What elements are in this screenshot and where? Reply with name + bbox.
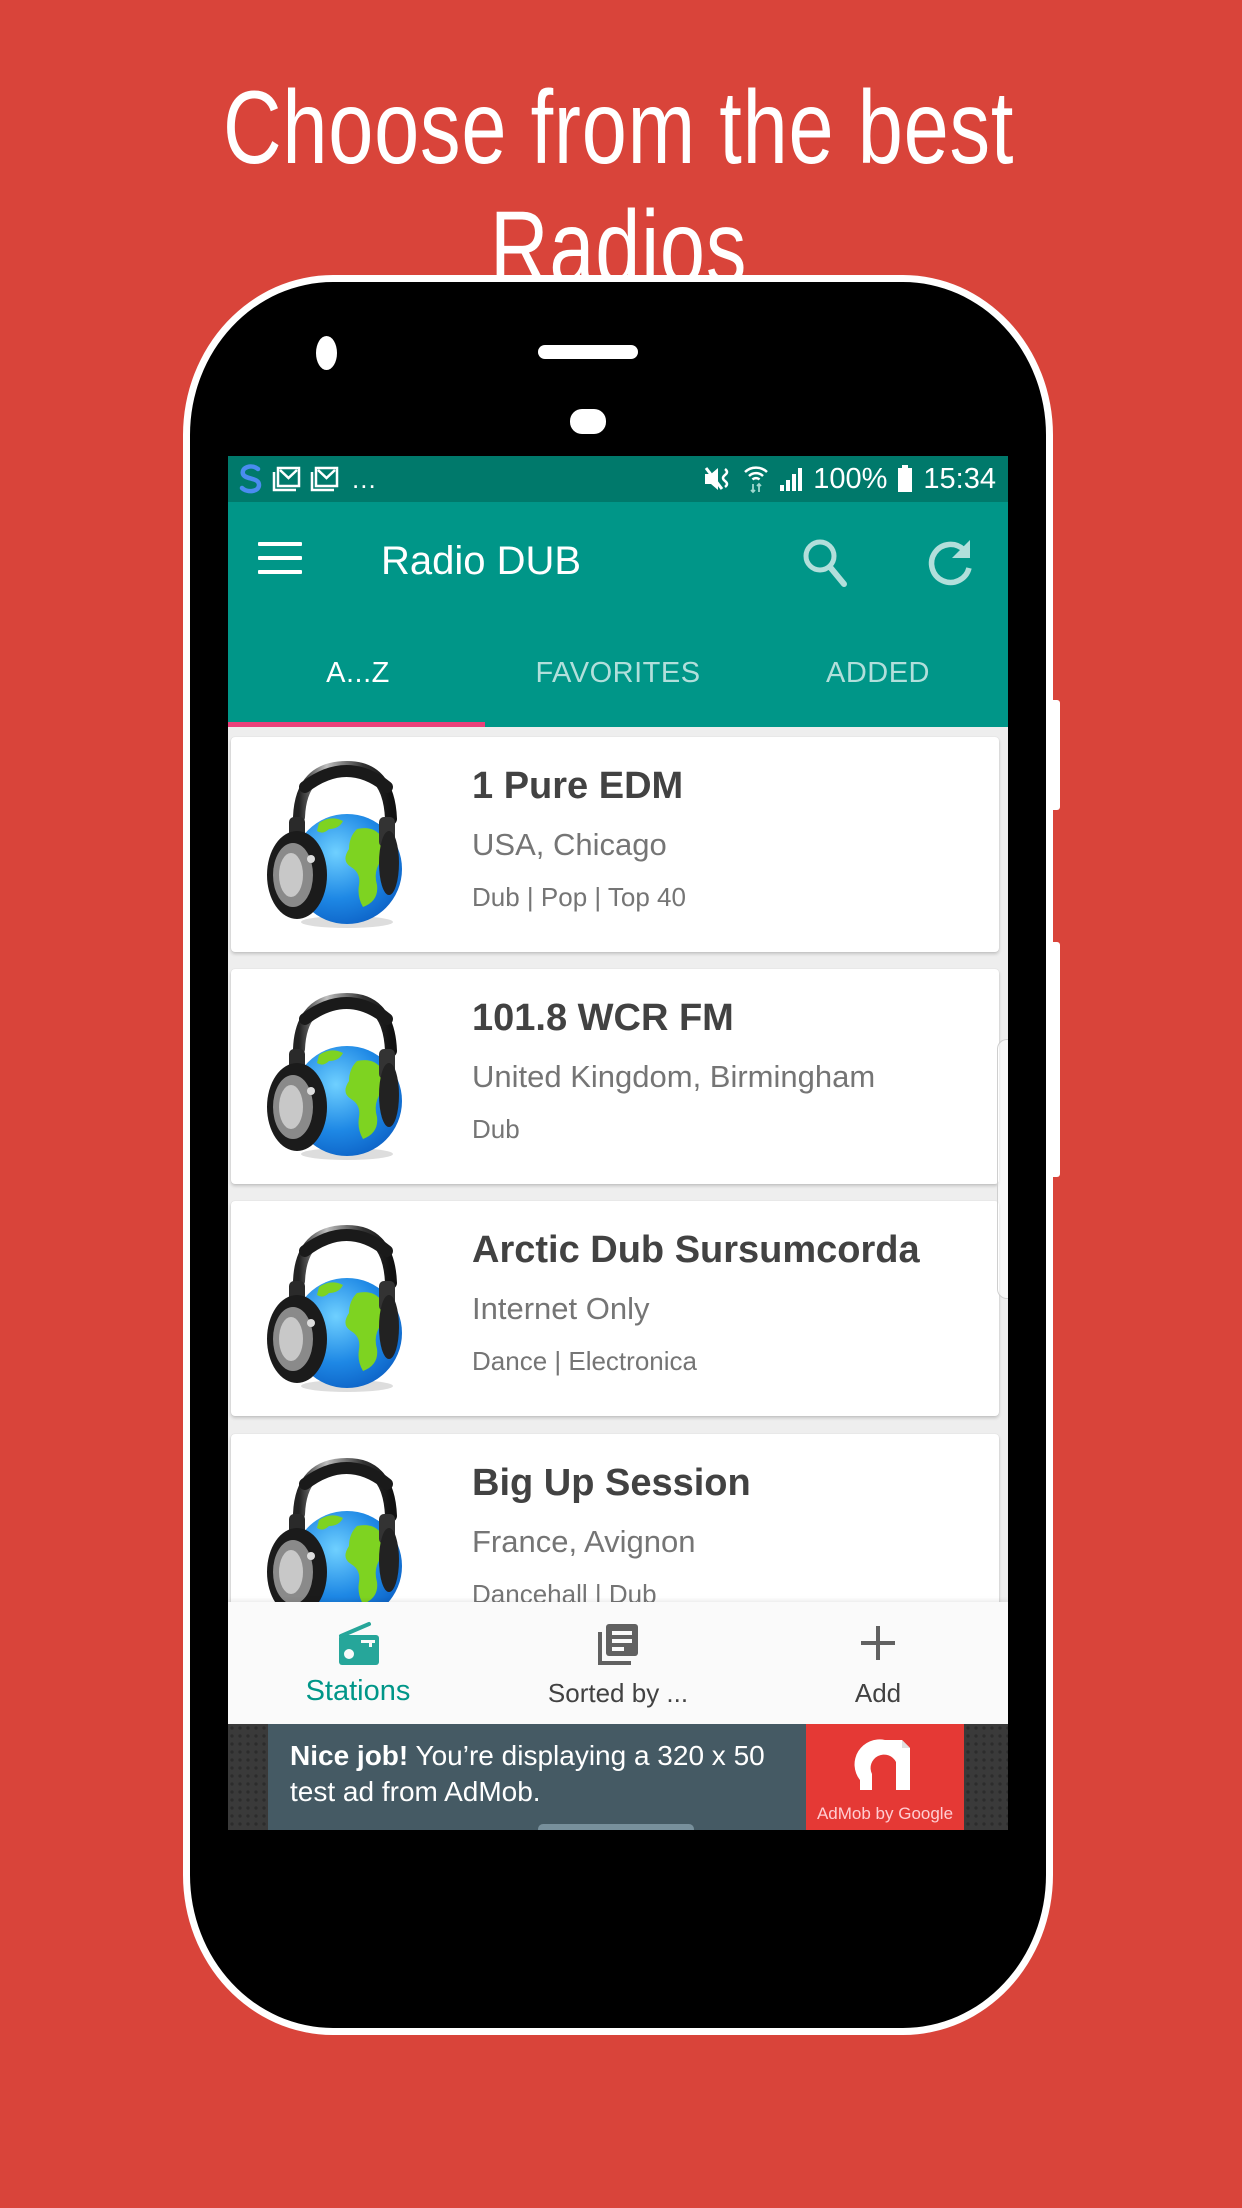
more-notifications-indicator: ... xyxy=(352,464,377,494)
station-card[interactable]: 1 Pure EDM USA, Chicago Dub | Pop | Top … xyxy=(231,737,999,952)
headphones-globe-icon xyxy=(261,1454,421,1602)
tab-favorites[interactable]: FAVORITES xyxy=(488,620,748,727)
headphones-globe-icon xyxy=(261,1221,421,1396)
phone-power-button xyxy=(1052,942,1060,1177)
admob-icon xyxy=(854,1739,910,1790)
bottom-navigation: Stations Sorted by ... Add xyxy=(228,1602,1008,1724)
proximity-sensor xyxy=(570,409,606,434)
tab-added[interactable]: ADDED xyxy=(748,620,1008,727)
gmail-icon xyxy=(272,466,302,492)
radio-icon xyxy=(339,1622,379,1665)
station-card[interactable]: Arctic Dub Sursumcorda Internet Only Dan… xyxy=(231,1201,999,1416)
refresh-icon xyxy=(928,540,972,586)
ad-message-bold: Nice job! xyxy=(290,1740,409,1771)
phone-volume-button xyxy=(1052,700,1060,810)
hamburger-menu-icon xyxy=(258,542,302,546)
headphones-globe-icon xyxy=(261,757,421,932)
nav-stations[interactable]: Stations xyxy=(228,1602,488,1724)
plus-icon xyxy=(861,1626,895,1660)
nav-sorted-by-label: Sorted by ... xyxy=(547,1678,689,1708)
s-app-icon xyxy=(238,464,264,494)
station-card[interactable]: 101.8 WCR FM United Kingdom, Birmingham … xyxy=(231,969,999,1184)
station-name: Arctic Dub Sursumcorda xyxy=(472,1229,920,1271)
nav-sorted-by[interactable]: Sorted by ... xyxy=(488,1602,748,1724)
vibrate-mute-icon xyxy=(703,465,733,493)
app-title: Radio DUB xyxy=(381,539,582,583)
nav-add-label: Add xyxy=(854,1678,902,1708)
admob-logo: AdMob by Google xyxy=(806,1724,964,1830)
fast-scroll-handle[interactable] xyxy=(997,1039,1008,1299)
battery-percentage: 100% xyxy=(813,462,888,495)
ad-message: Nice job! You’re displaying a 320 x 50 t… xyxy=(268,1724,806,1830)
battery-icon xyxy=(897,465,913,493)
ad-scroll-handle xyxy=(538,1824,694,1830)
library-books-icon xyxy=(598,1624,638,1665)
menu-button[interactable] xyxy=(258,542,302,578)
station-genres: Dance | Electronica xyxy=(472,1346,697,1376)
station-card[interactable]: Big Up Session France, Avignon Dancehall… xyxy=(231,1434,999,1602)
refresh-button[interactable] xyxy=(920,534,980,594)
station-genres: Dub | Pop | Top 40 xyxy=(472,882,686,912)
front-camera xyxy=(316,336,337,370)
station-location: France, Avignon xyxy=(472,1524,696,1559)
search-button[interactable] xyxy=(796,534,856,594)
station-list[interactable]: 1 Pure EDM USA, Chicago Dub | Pop | Top … xyxy=(228,727,1008,1602)
wifi-icon xyxy=(743,464,769,494)
hamburger-menu-line xyxy=(258,556,302,560)
tab-a-z[interactable]: A...Z xyxy=(228,620,488,727)
app-toolbar: Radio DUB xyxy=(228,502,1008,620)
phone-screen: ... 100% 15:34 Radio DUB A...Z FAVORITES… xyxy=(228,456,1008,1830)
station-location: USA, Chicago xyxy=(472,827,667,862)
status-bar: ... 100% 15:34 xyxy=(228,456,1008,502)
station-location: Internet Only xyxy=(472,1291,650,1326)
nav-stations-label: Stations xyxy=(305,1675,411,1707)
signal-icon xyxy=(779,466,803,492)
headphones-globe-icon xyxy=(261,989,421,1164)
tab-bar: A...Z FAVORITES ADDED xyxy=(228,620,1008,727)
station-genres: Dub xyxy=(472,1114,520,1144)
admob-logo-text: AdMob by Google xyxy=(816,1804,954,1823)
earpiece-speaker xyxy=(538,345,638,359)
station-location: United Kingdom, Birmingham xyxy=(472,1059,876,1094)
hamburger-menu-line xyxy=(258,570,302,574)
station-name: Big Up Session xyxy=(472,1462,751,1504)
station-name: 1 Pure EDM xyxy=(472,765,684,807)
ad-banner[interactable]: Nice job! You’re displaying a 320 x 50 t… xyxy=(228,1724,1008,1830)
station-name: 101.8 WCR FM xyxy=(472,997,734,1039)
search-icon xyxy=(803,539,847,587)
station-genres: Dancehall | Dub xyxy=(472,1579,657,1602)
gmail-icon xyxy=(310,466,340,492)
promo-headline: Choose from the best Radios xyxy=(222,70,1015,306)
clock: 15:34 xyxy=(923,462,996,495)
nav-add[interactable]: Add xyxy=(748,1602,1008,1724)
